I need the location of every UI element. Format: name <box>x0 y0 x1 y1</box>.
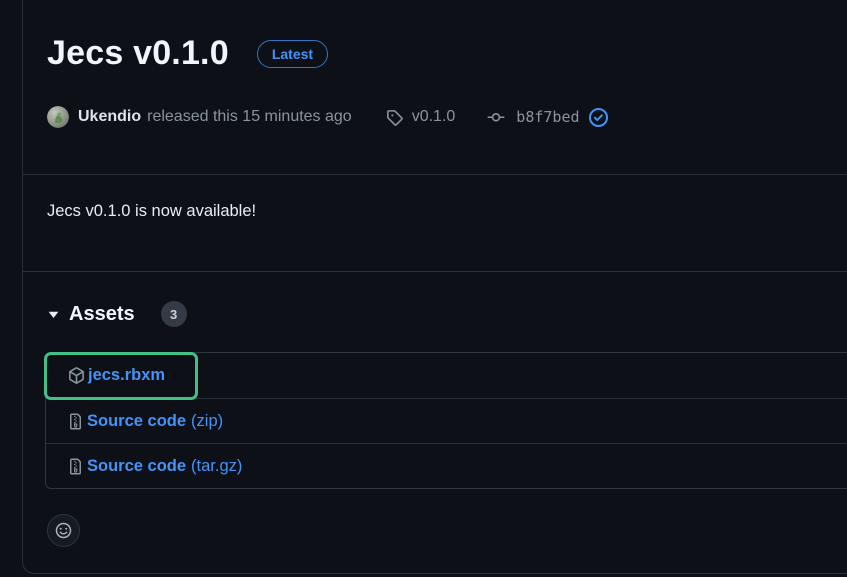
tag-link[interactable]: v0.1.0 <box>386 108 456 126</box>
page-title: Jecs v0.1.0 <box>47 34 229 73</box>
avatar-image <box>47 106 69 128</box>
asset-suffix: (zip) <box>191 412 223 431</box>
asset-row: Source code (zip) <box>46 398 847 443</box>
avatar[interactable] <box>47 106 69 128</box>
assets-count-badge: 3 <box>161 301 187 327</box>
asset-row: Source code (tar.gz) <box>46 443 847 488</box>
asset-row: jecs.rbxm <box>46 353 847 398</box>
git-commit-icon <box>485 109 507 126</box>
commit-hash: b8f7bed <box>516 108 579 126</box>
package-icon <box>68 367 85 384</box>
verified-icon[interactable] <box>588 107 609 128</box>
release-card: Jecs v0.1.0 Latest <box>22 0 847 574</box>
asset-link-source-zip[interactable]: Source code (zip) <box>68 412 223 431</box>
smiley-icon <box>55 522 72 539</box>
asset-name: Source code <box>87 457 186 476</box>
tag-icon <box>386 109 403 126</box>
latest-badge[interactable]: Latest <box>257 40 328 68</box>
assets-header[interactable]: Assets 3 <box>47 301 847 327</box>
body-divider <box>23 271 847 272</box>
triangle-down-icon <box>47 308 60 321</box>
commit-link[interactable]: b8f7bed <box>485 108 579 126</box>
asset-link-source-targz[interactable]: Source code (tar.gz) <box>68 457 242 476</box>
released-text: released this 15 minutes ago <box>147 108 352 126</box>
tag-name: v0.1.0 <box>412 108 456 126</box>
release-body: Jecs v0.1.0 is now available! <box>47 202 847 221</box>
file-zip-icon <box>68 458 84 475</box>
assets-heading: Assets <box>69 303 135 326</box>
asset-list: jecs.rbxm Source code (zip) <box>45 352 847 489</box>
author-link[interactable]: Ukendio <box>78 108 141 126</box>
asset-name: Source code <box>87 412 186 431</box>
reactions-bar <box>47 514 847 547</box>
release-header: Jecs v0.1.0 Latest <box>47 34 847 73</box>
add-reaction-button[interactable] <box>47 514 80 547</box>
asset-link-jecs-rbxm[interactable]: jecs.rbxm <box>68 366 170 385</box>
header-divider <box>23 174 847 175</box>
asset-suffix: (tar.gz) <box>191 457 242 476</box>
release-byline: Ukendio released this 15 minutes ago v0.… <box>47 106 847 128</box>
file-zip-icon <box>68 413 84 430</box>
asset-name: jecs.rbxm <box>88 366 165 385</box>
